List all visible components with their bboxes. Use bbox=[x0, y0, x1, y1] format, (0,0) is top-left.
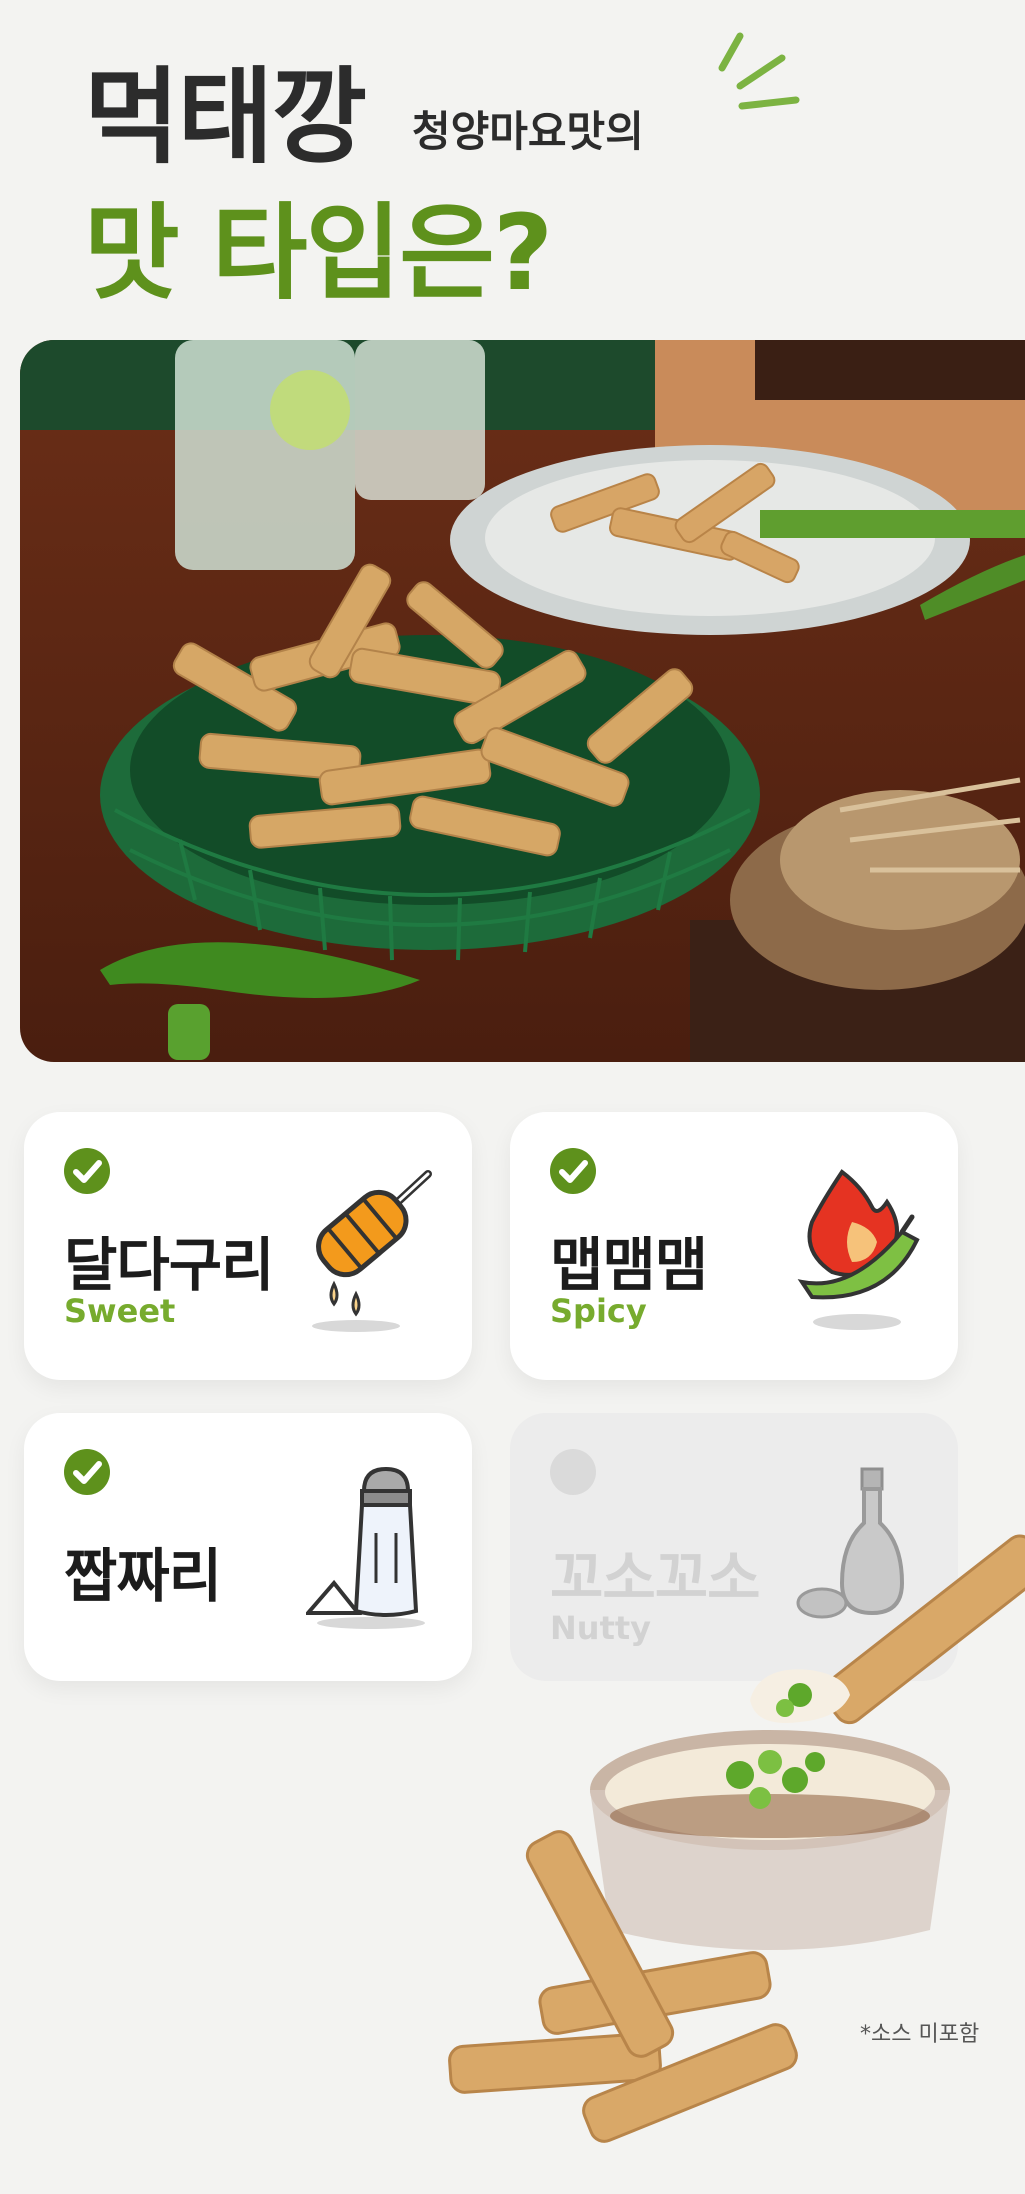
flavor-name: 청양마요맛의 bbox=[412, 107, 644, 156]
snack-basket-photo-icon bbox=[20, 340, 1025, 1062]
check-icon bbox=[550, 1148, 596, 1194]
headline-question: 맛 타입은? bbox=[84, 192, 553, 314]
taste-card-spicy[interactable]: 맵맴맴 Spicy bbox=[510, 1112, 958, 1380]
taste-card-salty[interactable]: 짭짜리 bbox=[24, 1413, 472, 1681]
header: 먹태깡 청양마요맛의 맛 타입은? bbox=[0, 0, 1025, 330]
chili-pepper-icon bbox=[797, 1169, 920, 1330]
salt-shaker-icon bbox=[306, 1466, 425, 1629]
taste-title: 맵맴맴 bbox=[550, 1231, 708, 1299]
taste-subtitle: Sweet bbox=[64, 1292, 176, 1330]
sparkle-lines-icon bbox=[718, 32, 800, 110]
check-icon bbox=[64, 1148, 110, 1194]
mayo-dip-sticks-illustration bbox=[448, 1534, 1025, 2143]
sauce-not-included-note: *소스 미포함 bbox=[860, 2022, 980, 2047]
hero-photo bbox=[20, 340, 1025, 1062]
taste-subtitle: Spicy bbox=[550, 1292, 647, 1330]
brand-name: 먹태깡 bbox=[84, 56, 367, 178]
taste-title: 짭짜리 bbox=[64, 1542, 222, 1610]
honey-dipper-icon bbox=[312, 1170, 432, 1332]
taste-card-sweet[interactable]: 달다구리 Sweet bbox=[24, 1112, 472, 1380]
check-icon bbox=[64, 1449, 110, 1495]
taste-title: 달다구리 bbox=[64, 1231, 274, 1299]
check-icon bbox=[550, 1449, 596, 1495]
